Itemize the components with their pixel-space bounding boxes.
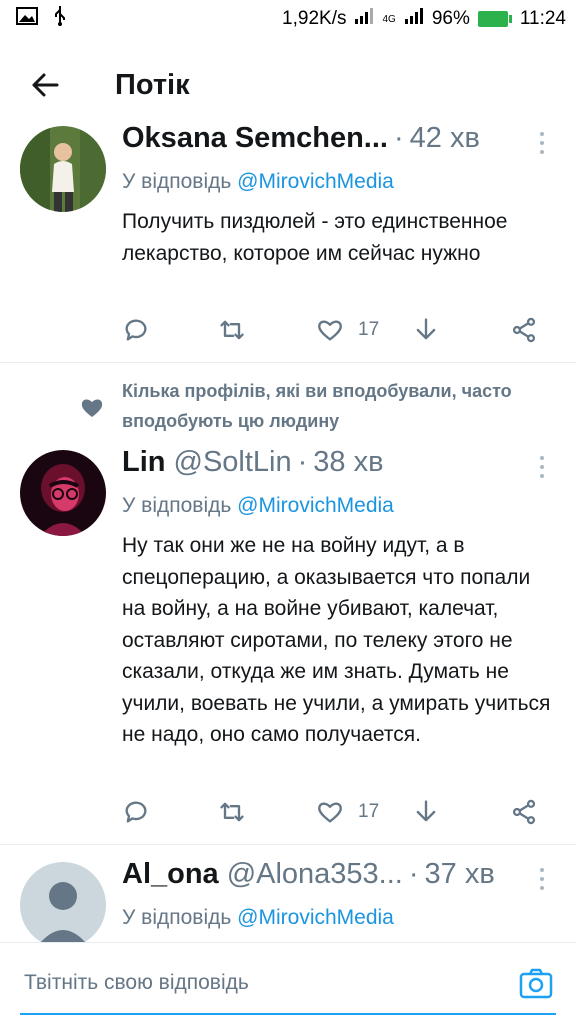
reply-context: У відповідь @MirovichMedia [122,906,556,930]
app-header: Потік [0,50,576,120]
share-button[interactable] [510,310,538,350]
avatar[interactable] [20,126,106,212]
reply-mention[interactable]: @MirovichMedia [237,494,394,517]
tweet-text: Получить пиздюлей - это единственное лек… [122,210,508,265]
share-icon [512,799,536,825]
arrow-down-icon [416,318,436,340]
network-type: 4G [382,13,396,25]
status-bar: 1,92K/s 4G 96% 11:24 [0,0,576,38]
more-options-icon[interactable] [532,452,552,482]
like-button[interactable]: 17 [316,792,379,832]
heart-outline-icon [318,802,342,823]
battery-icon [477,11,512,27]
reply-mention[interactable]: @MirovichMedia [237,170,394,193]
arrow-left-icon [32,73,59,97]
user-handle[interactable]: @SoltLin [174,446,292,479]
usb-icon [52,5,68,33]
heart-filled-icon [81,399,103,417]
separator-dot: · [408,862,419,890]
display-name[interactable]: Al_ona [122,862,219,891]
share-icon [512,317,536,343]
signal-4g-icon [404,8,424,30]
signal-icon [354,8,374,30]
reply-context: У відповідь @MirovichMedia [122,494,556,518]
reply-context: У відповідь @MirovichMedia [122,170,556,194]
comment-icon [125,801,147,823]
tweet[interactable]: Lin @SoltLin · 38 хв У відповідь @Mirovi… [0,446,576,840]
like-count: 17 [358,801,380,822]
tweet-text: Ну так они же не на войну идут, а в спец… [122,534,551,746]
social-context-text: Кілька профілів, які ви вподобували, час… [122,381,512,431]
timestamp[interactable]: 37 хв [425,862,495,891]
tweet-header: Al_ona @Alona353... · 37 хв [122,862,556,898]
heart-outline-icon [318,320,342,341]
camera-button[interactable] [518,965,554,1001]
like-count: 17 [358,319,380,340]
network-speed: 1,92K/s [282,8,347,29]
reply-button[interactable] [122,310,150,350]
more-options-icon[interactable] [532,864,552,894]
downvote-button[interactable] [412,310,440,350]
page-title: Потік [115,68,190,101]
reply-prefix: У відповідь [122,906,232,929]
tweet[interactable]: Oksana Semchen... · 42 хв У відповідь @M… [0,122,576,362]
tweet-actions: 17 [122,310,552,350]
camera-icon [519,968,553,999]
tweet-actions: 17 [122,792,552,832]
back-button[interactable] [15,55,75,115]
retweet-icon [220,320,244,340]
reply-prefix: У відповідь [122,494,232,517]
tweet-header: Lin @SoltLin · 38 хв [122,446,556,486]
divider [0,362,576,363]
retweet-icon [220,802,244,822]
clock: 11:24 [519,8,566,29]
reply-input[interactable] [24,971,484,995]
reply-button[interactable] [122,792,150,832]
gallery-notification-icon [16,7,38,31]
more-options-icon[interactable] [532,128,552,158]
tweet[interactable]: Al_ona @Alona353... · 37 хв У відповідь … [0,862,576,942]
divider [0,844,576,845]
reply-prefix: У відповідь [122,170,232,193]
like-button[interactable]: 17 [316,310,379,350]
tweet-header: Oksana Semchen... · 42 хв [122,122,556,162]
separator-dot: · [393,122,404,154]
display-name[interactable]: Lin [122,446,166,479]
timestamp[interactable]: 38 хв [313,446,383,479]
comment-icon [125,319,147,341]
timestamp[interactable]: 42 хв [410,122,480,155]
reply-mention[interactable]: @MirovichMedia [237,906,394,929]
separator-dot: · [297,446,308,478]
retweet-button[interactable] [218,310,246,350]
avatar[interactable] [20,862,106,942]
downvote-button[interactable] [412,792,440,832]
share-button[interactable] [510,792,538,832]
input-underline [20,1013,556,1015]
user-handle[interactable]: @Alona353... [227,862,403,891]
display-name[interactable]: Oksana Semchen... [122,122,388,155]
social-context: Кілька профілів, які ви вподобували, час… [0,376,576,438]
avatar[interactable] [20,450,106,536]
battery-percent: 96% [431,8,470,29]
arrow-down-icon [416,800,436,822]
retweet-button[interactable] [218,792,246,832]
reply-composer [0,942,576,1024]
